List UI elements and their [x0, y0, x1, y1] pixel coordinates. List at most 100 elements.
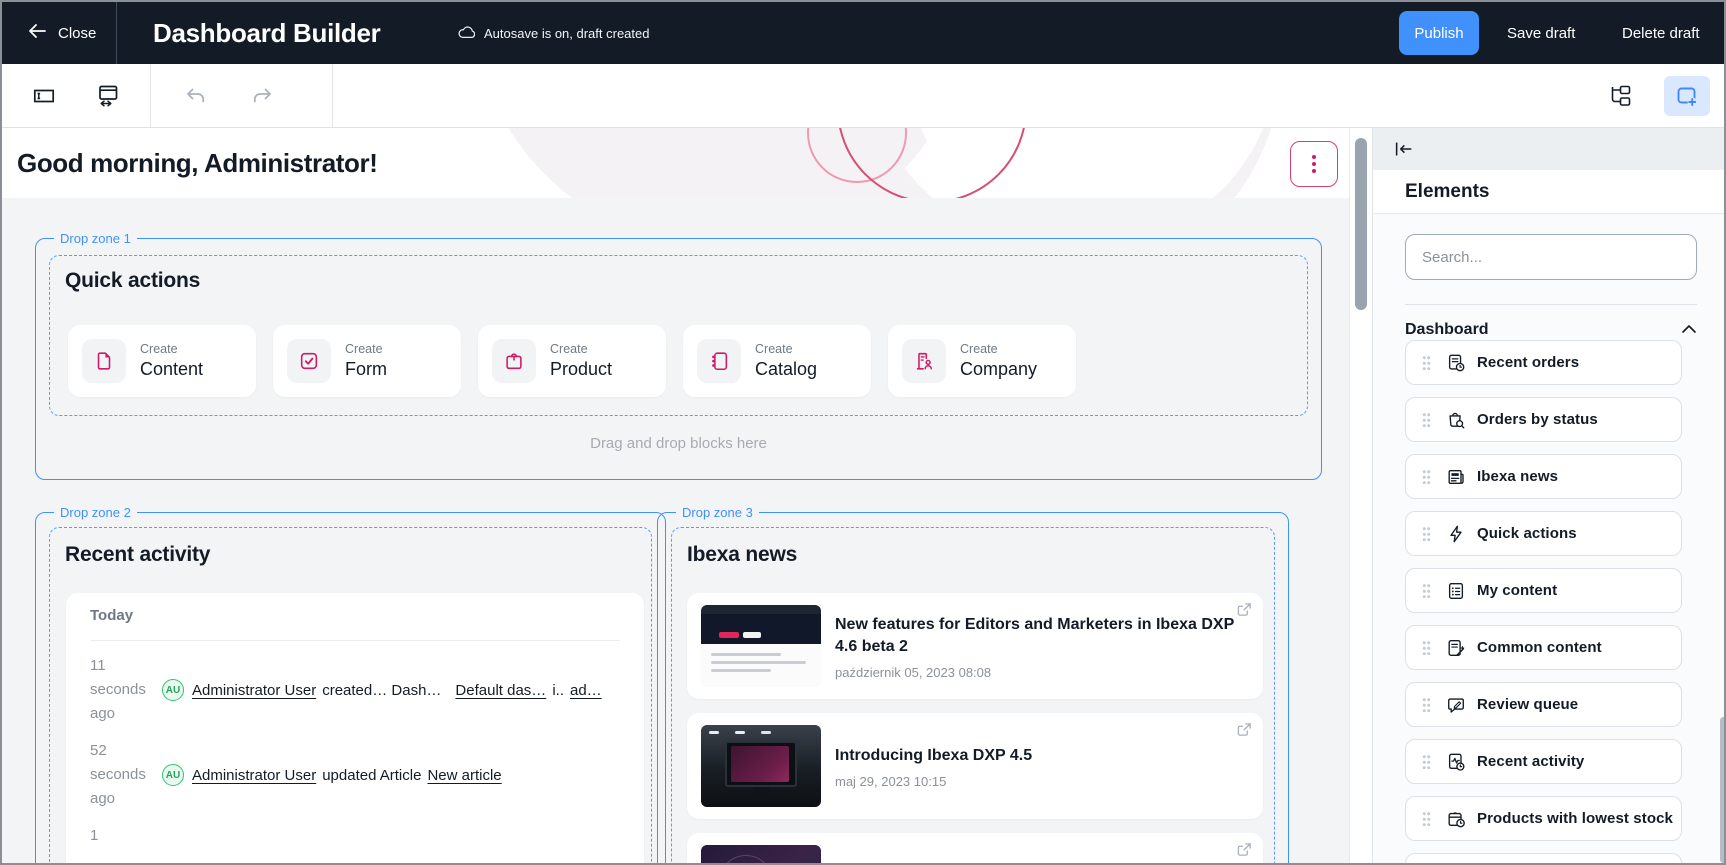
close-button[interactable]: Close: [28, 2, 96, 64]
document-list-icon: [1445, 581, 1467, 601]
drag-handle-icon[interactable]: [1422, 697, 1431, 712]
create-kicker: Create: [755, 342, 817, 356]
drag-handle-icon[interactable]: [1422, 526, 1431, 541]
activity-action-text: created… Dash…: [322, 682, 441, 699]
element-item-common-content[interactable]: Common content: [1405, 625, 1682, 670]
cloud-icon: [457, 24, 475, 42]
activity-group-label: Today: [90, 607, 620, 624]
element-item-label: Orders by status: [1477, 411, 1598, 428]
activity-timestamp: 52 seconds ago: [90, 739, 148, 811]
news-item[interactable]: New features for Editors and Marketers i…: [687, 593, 1263, 699]
element-item-label: Recent activity: [1477, 753, 1584, 770]
open-external-icon[interactable]: [1237, 602, 1252, 622]
greeting-band: Good morning, Administrator!: [2, 128, 1349, 198]
text-field-tool-button[interactable]: [26, 78, 62, 114]
user-link[interactable]: Administrator User: [192, 682, 316, 699]
create-catalog-card[interactable]: Create Catalog: [683, 325, 871, 397]
user-link[interactable]: Administrator User: [192, 767, 316, 784]
main-scrollbar-thumb[interactable]: [1355, 138, 1367, 310]
search-input[interactable]: [1405, 234, 1697, 280]
recent-activity-title: Recent activity: [65, 543, 210, 567]
open-external-icon[interactable]: [1237, 842, 1252, 862]
structure-view-button[interactable]: [1602, 78, 1638, 114]
delete-draft-button[interactable]: Delete draft: [1622, 11, 1700, 55]
element-item-my-content[interactable]: My content: [1405, 568, 1682, 613]
content-link[interactable]: New article: [427, 767, 501, 784]
element-item-label: Common content: [1477, 639, 1602, 656]
recent-activity-card: Today 11 seconds ago AU Administrator Us…: [66, 593, 644, 865]
divider: [1405, 304, 1697, 305]
layout-resize-tool-button[interactable]: [90, 78, 126, 114]
main-scrollbar[interactable]: [1349, 128, 1372, 865]
back-arrow-icon: [28, 23, 46, 43]
element-item-label: Recent orders: [1477, 354, 1579, 371]
element-item-quick-actions[interactable]: Quick actions: [1405, 511, 1682, 556]
create-form-card[interactable]: Create Form: [273, 325, 461, 397]
create-kicker: Create: [960, 342, 1037, 356]
quick-actions-row: Create Content Create Form: [68, 325, 1076, 397]
news-item[interactable]: Introducing Ibexa DXP 4.5 maj 29, 2023 1…: [687, 713, 1263, 819]
open-external-icon[interactable]: [1237, 722, 1252, 742]
news-item-date: maj 29, 2023 10:15: [835, 774, 1032, 789]
element-item-ibexa-news[interactable]: Ibexa news: [1405, 454, 1682, 499]
element-item-recent-activity[interactable]: Recent activity: [1405, 739, 1682, 784]
autosave-status: Autosave is on, draft created: [457, 2, 649, 64]
notebook-icon: [697, 339, 741, 383]
undo-button[interactable]: [178, 78, 214, 114]
element-item-label: Products with lowest stock: [1477, 810, 1673, 827]
box-clock-icon: [1445, 809, 1467, 829]
top-bar: Close Dashboard Builder Autosave is on, …: [2, 2, 1724, 64]
drag-handle-icon[interactable]: [1422, 355, 1431, 370]
panel-toolbar: [1373, 128, 1726, 170]
news-thumbnail: [701, 725, 821, 807]
dashboard-builder-screen: Close Dashboard Builder Autosave is on, …: [0, 0, 1726, 865]
close-label: Close: [58, 25, 96, 42]
redo-button[interactable]: [244, 78, 280, 114]
panel-scrollbar-thumb[interactable]: [1720, 717, 1726, 863]
content-link[interactable]: Default das…: [455, 682, 546, 699]
collapse-panel-button[interactable]: [1393, 141, 1413, 157]
drop-zone-3[interactable]: Drop zone 3 Ibexa news New features for …: [657, 512, 1289, 865]
create-company-card[interactable]: Create Company: [888, 325, 1076, 397]
drag-handle-icon[interactable]: [1422, 469, 1431, 484]
drag-handle-icon[interactable]: [1422, 811, 1431, 826]
page-options-kebab-button[interactable]: [1290, 141, 1338, 187]
toolbar-section-divider: [332, 64, 333, 127]
section-dashboard-label: Dashboard: [1405, 321, 1489, 339]
activity-timestamp: 11 seconds ago: [90, 654, 148, 726]
news-item-title: Introducing Ibexa DXP 4.5: [835, 745, 1032, 767]
dashboard-canvas: Drop zone 1 Quick actions Create Content: [2, 198, 1349, 865]
box-icon: [492, 339, 536, 383]
element-item-products-with-lowest-stock[interactable]: Products with lowest stock: [1405, 796, 1682, 841]
publish-button[interactable]: Publish: [1399, 11, 1479, 55]
news-item[interactable]: Ibexa DXP 4.4: A New Dawn for B2B Ecomme…: [687, 833, 1263, 865]
newspaper-icon: [1445, 467, 1467, 487]
builder-toolbar: [2, 64, 1724, 128]
news-thumbnail: [701, 605, 821, 687]
element-item-recent-orders[interactable]: Recent orders: [1405, 340, 1682, 385]
drag-handle-icon[interactable]: [1422, 640, 1431, 655]
comment-pencil-icon: [1445, 695, 1467, 715]
drag-handle-icon[interactable]: [1422, 412, 1431, 427]
chevron-up-icon[interactable]: [1681, 321, 1697, 339]
create-content-label: Content: [140, 359, 203, 380]
drag-handle-icon[interactable]: [1422, 583, 1431, 598]
activity-item: 1: [90, 824, 620, 848]
drop-zone-1[interactable]: Drop zone 1 Quick actions Create Content: [35, 238, 1322, 480]
element-item-partial[interactable]: [1405, 853, 1682, 865]
divider: [90, 640, 620, 641]
panel-title: Elements: [1373, 170, 1726, 214]
drop-zone-2[interactable]: Drop zone 2 Recent activity Today 11 sec…: [35, 512, 666, 865]
elements-panel: Elements Dashboard Recent orders: [1372, 128, 1726, 865]
content-link[interactable]: ad…: [570, 682, 602, 699]
create-product-card[interactable]: Create Product: [478, 325, 666, 397]
save-draft-button[interactable]: Save draft: [1507, 11, 1575, 55]
add-element-button[interactable]: [1664, 76, 1710, 116]
activity-timestamp: 1: [90, 824, 148, 848]
element-item-review-queue[interactable]: Review queue: [1405, 682, 1682, 727]
file-icon: [82, 339, 126, 383]
lightning-icon: [1445, 524, 1467, 544]
create-content-card[interactable]: Create Content: [68, 325, 256, 397]
drag-handle-icon[interactable]: [1422, 754, 1431, 769]
element-item-orders-by-status[interactable]: Orders by status: [1405, 397, 1682, 442]
